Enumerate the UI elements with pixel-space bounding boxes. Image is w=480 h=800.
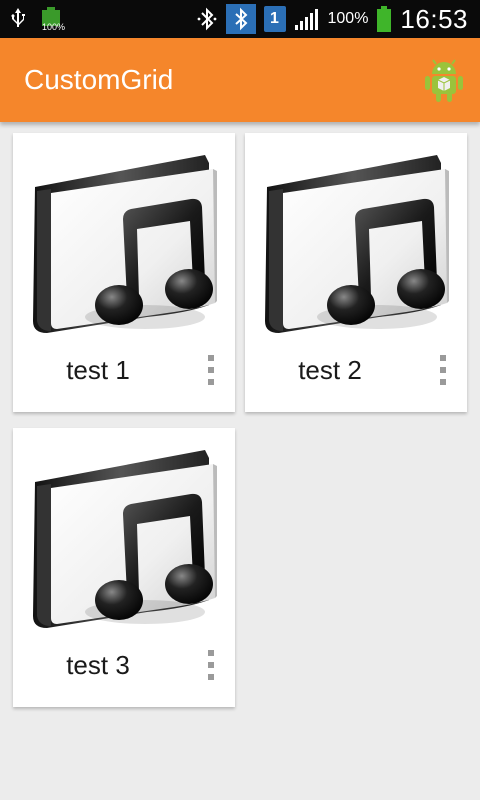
usb-icon xyxy=(11,8,25,27)
battery-small-label: 100% xyxy=(42,22,66,32)
grid-item-label: test 1 xyxy=(66,355,130,385)
clock: 16:53 xyxy=(400,3,468,34)
status-bar: 100% 1 100% 16:53 xyxy=(0,0,480,38)
grid-item-label: test 3 xyxy=(66,650,130,680)
music-folder-icon xyxy=(27,440,221,640)
grid-item-2[interactable]: test 2 xyxy=(245,133,467,412)
action-bar: CustomGrid xyxy=(0,38,480,122)
android-robot-icon[interactable] xyxy=(422,56,466,104)
grid-item-1[interactable]: test 1 xyxy=(13,133,235,412)
overflow-menu-icon[interactable] xyxy=(201,648,221,682)
app-title: CustomGrid xyxy=(24,64,174,95)
bluetooth-icon xyxy=(197,7,216,31)
signal-icon xyxy=(294,9,318,30)
battery-percent: 100% xyxy=(327,10,369,27)
bluetooth-active-icon xyxy=(225,4,256,34)
overflow-menu-icon[interactable] xyxy=(433,353,453,387)
overflow-menu-icon[interactable] xyxy=(201,353,221,387)
grid-item-3[interactable]: test 3 xyxy=(13,428,235,707)
grid-item-label: test 2 xyxy=(298,355,362,385)
battery-icon xyxy=(377,6,392,32)
music-folder-icon xyxy=(27,145,221,345)
music-folder-icon xyxy=(259,145,453,345)
sim-icon: 1 xyxy=(263,6,286,32)
